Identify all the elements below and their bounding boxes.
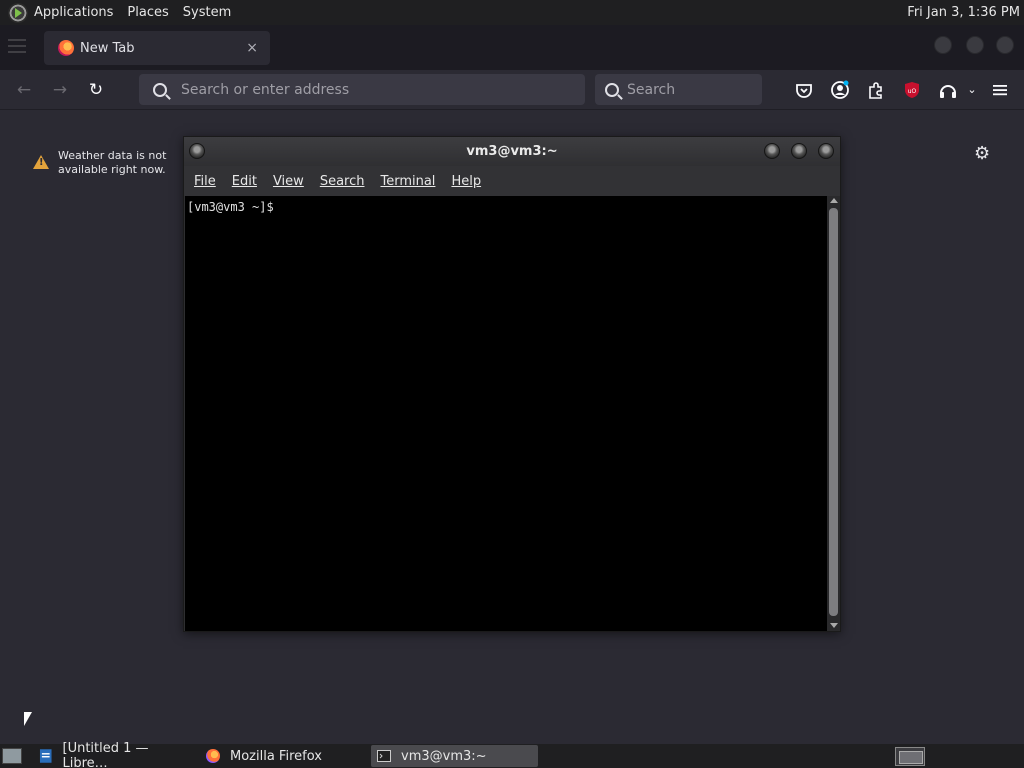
headphones-icon[interactable] bbox=[938, 80, 958, 100]
taskbar-label: vm3@vm3:~ bbox=[401, 748, 487, 764]
maximize-button[interactable] bbox=[791, 143, 807, 159]
close-button[interactable] bbox=[818, 143, 834, 159]
mouse-pointer-icon bbox=[24, 712, 32, 726]
address-bar[interactable]: Search or enter address bbox=[139, 74, 585, 105]
pocket-icon[interactable] bbox=[794, 80, 814, 100]
menu-file[interactable]: File bbox=[194, 174, 216, 189]
terminal-output[interactable]: [vm3@vm3 ~]$ bbox=[185, 196, 827, 631]
search-icon bbox=[605, 82, 619, 97]
show-desktop-icon[interactable] bbox=[2, 748, 22, 764]
places-menu[interactable]: Places bbox=[127, 5, 168, 20]
terminal-title: vm3@vm3:~ bbox=[466, 144, 558, 159]
window-menu-button[interactable] bbox=[189, 143, 205, 159]
terminal-scrollbar[interactable] bbox=[827, 196, 840, 631]
libreoffice-writer-icon bbox=[39, 749, 52, 763]
menu-terminal[interactable]: Terminal bbox=[380, 174, 435, 189]
account-icon[interactable] bbox=[830, 80, 850, 100]
menu-view-label: View bbox=[272, 173, 304, 189]
menu-search[interactable]: Search bbox=[320, 174, 365, 189]
address-placeholder: Search or enter address bbox=[181, 81, 350, 98]
distro-logo-icon[interactable] bbox=[8, 2, 28, 23]
back-arrow-icon[interactable]: ← bbox=[14, 80, 34, 100]
reload-icon[interactable]: ↻ bbox=[86, 80, 106, 100]
menu-file-label: File bbox=[194, 173, 216, 189]
menu-help-label: Help bbox=[451, 173, 482, 189]
panel-clock[interactable]: Fri Jan 3, 1:36 PM bbox=[907, 5, 1020, 20]
list-all-tabs-icon bbox=[8, 39, 26, 55]
forward-arrow-icon[interactable]: → bbox=[50, 80, 70, 100]
svg-text:uO: uO bbox=[908, 88, 917, 95]
top-panel: Applications Places System Fri Jan 3, 1:… bbox=[0, 0, 1024, 25]
terminal-window[interactable]: vm3@vm3:~ File Edit View Search Terminal… bbox=[183, 136, 841, 632]
search-icon bbox=[153, 82, 167, 97]
minimize-button[interactable] bbox=[934, 36, 952, 54]
shell-prompt: [vm3@vm3 ~]$ bbox=[187, 200, 274, 214]
weather-widget: Weather data is not available right now. bbox=[33, 149, 173, 177]
ublock-icon[interactable]: uO bbox=[902, 80, 922, 100]
system-menu[interactable]: System bbox=[183, 5, 231, 20]
menu-icon[interactable] bbox=[990, 80, 1010, 100]
firefox-icon bbox=[206, 749, 220, 763]
scrollbar-thumb[interactable] bbox=[829, 208, 838, 616]
tab-new-tab[interactable]: New Tab × bbox=[44, 31, 270, 65]
close-window-button[interactable] bbox=[996, 36, 1014, 54]
menu-edit[interactable]: Edit bbox=[232, 174, 257, 189]
scroll-up-icon[interactable] bbox=[830, 198, 838, 203]
weather-message: Weather data is not available right now. bbox=[58, 149, 167, 176]
maximize-button[interactable] bbox=[966, 36, 984, 54]
taskbar-label: [Untitled 1 — Libre… bbox=[62, 741, 149, 768]
taskbar-item-terminal[interactable]: vm3@vm3:~ bbox=[371, 745, 538, 767]
applications-menu[interactable]: Applications bbox=[34, 5, 113, 20]
scroll-down-icon[interactable] bbox=[830, 623, 838, 628]
workspace-switcher[interactable] bbox=[895, 747, 925, 766]
minimize-button[interactable] bbox=[764, 143, 780, 159]
menu-help[interactable]: Help bbox=[451, 174, 481, 189]
firefox-favicon-icon bbox=[58, 40, 74, 56]
extensions-icon[interactable] bbox=[866, 80, 886, 100]
firefox-nav-bar: ← → ↻ Search or enter address Search uO … bbox=[0, 70, 1024, 110]
taskbar-item-libreoffice[interactable]: [Untitled 1 — Libre… bbox=[33, 741, 193, 768]
menu-view[interactable]: View bbox=[273, 174, 304, 189]
tab-title: New Tab bbox=[80, 40, 135, 56]
gear-icon[interactable]: ⚙ bbox=[974, 143, 990, 164]
terminal-menubar: File Edit View Search Terminal Help bbox=[184, 166, 840, 196]
menu-terminal-label: Terminal bbox=[380, 173, 436, 189]
warning-icon bbox=[33, 155, 49, 169]
firefox-tab-bar: New Tab × bbox=[0, 25, 1024, 70]
menu-search-label: Search bbox=[319, 173, 365, 189]
terminal-icon bbox=[377, 750, 391, 762]
taskbar-item-firefox[interactable]: Mozilla Firefox bbox=[200, 745, 365, 767]
menu-edit-label: Edit bbox=[231, 173, 257, 189]
search-placeholder: Search bbox=[627, 81, 676, 98]
bottom-panel: [Untitled 1 — Libre… Mozilla Firefox vm3… bbox=[0, 741, 1024, 768]
chevron-down-icon[interactable]: ⌄ bbox=[962, 80, 982, 100]
terminal-titlebar[interactable]: vm3@vm3:~ bbox=[184, 137, 840, 166]
taskbar-label: Mozilla Firefox bbox=[230, 748, 322, 764]
tab-close-icon[interactable]: × bbox=[246, 40, 258, 56]
search-bar[interactable]: Search bbox=[595, 74, 762, 105]
